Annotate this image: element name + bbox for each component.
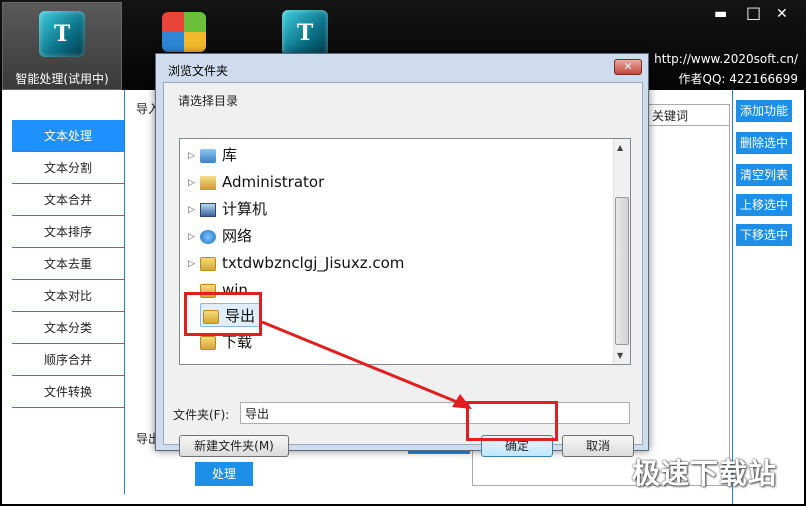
annotation-box-ok-button	[466, 401, 558, 441]
maximize-icon[interactable]: □	[746, 3, 761, 22]
windows-tab-icon[interactable]	[162, 12, 206, 52]
tab-smart-processing-label: 智能处理(试用中)	[15, 72, 109, 86]
process-button[interactable]: 处理	[195, 462, 253, 486]
tree-item-txtdw-folder[interactable]: ▷ txtdwbznclgj_Jisuxz.com	[188, 251, 404, 275]
tree-item-computer[interactable]: ▷ 计算机	[188, 197, 267, 221]
expand-arrow-icon[interactable]: ▷	[188, 144, 198, 168]
browse-folder-dialog: 浏览文件夹 ✕ 请选择目录 ▷ 库 ▷ Administrator ▷ 计算机 ▷ 网络…	[155, 53, 649, 457]
sidebar-item-text-processing[interactable]: 文本处理	[12, 120, 124, 152]
tree-item-label: 计算机	[222, 200, 268, 218]
dialog-title: 浏览文件夹	[168, 64, 229, 78]
folder-icon	[200, 256, 216, 271]
text-tool-tab-icon[interactable]: T	[282, 10, 328, 56]
tree-item-label: txtdwbznclgj_Jisuxz.com	[222, 254, 405, 272]
tree-item-administrator[interactable]: ▷ Administrator	[188, 170, 324, 194]
sidebar-item-text-merge[interactable]: 文本合并	[12, 184, 124, 216]
move-up-button[interactable]: 上移选中	[736, 194, 792, 216]
tree-item-label: 库	[222, 146, 238, 164]
tree-item-library[interactable]: ▷ 库	[188, 143, 237, 167]
network-icon	[200, 229, 216, 244]
expand-arrow-icon[interactable]: ▷	[188, 198, 198, 222]
sidebar-divider	[124, 90, 125, 494]
dialog-body: 请选择目录 ▷ 库 ▷ Administrator ▷ 计算机 ▷ 网络 ▷ txtdwb…	[163, 82, 643, 457]
add-function-button[interactable]: 添加功能	[736, 100, 792, 122]
close-icon[interactable]: ✕	[776, 6, 788, 22]
minimize-icon[interactable]: ▬	[714, 6, 727, 22]
tree-item-label: Administrator	[222, 173, 325, 191]
sidebar-item-text-compare[interactable]: 文本对比	[12, 280, 124, 312]
folder-field-label: 文件夹(F):	[173, 408, 230, 422]
delete-selected-button[interactable]: 删除选中	[736, 132, 792, 154]
app-logo-icon: T	[39, 11, 85, 57]
keyword-column-header: 关键词	[642, 104, 730, 126]
sidebar-item-text-dedupe[interactable]: 文本去重	[12, 248, 124, 280]
author-qq: 作者QQ: 422166699	[678, 72, 798, 86]
dialog-close-button[interactable]: ✕	[614, 59, 642, 75]
tree-item-label: 网络	[222, 227, 253, 245]
scroll-down-icon[interactable]: ▼	[617, 351, 623, 360]
clear-list-button[interactable]: 清空列表	[736, 164, 792, 186]
sidebar-item-file-convert[interactable]: 文件转换	[12, 376, 124, 408]
sidebar-item-text-classify[interactable]: 文本分类	[12, 312, 124, 344]
expand-arrow-icon[interactable]: ▷	[188, 225, 198, 249]
sidebar-item-text-sort[interactable]: 文本排序	[12, 216, 124, 248]
tree-item-network[interactable]: ▷ 网络	[188, 224, 252, 248]
dialog-prompt: 请选择目录	[178, 94, 239, 108]
sidebar-item-sequential-merge[interactable]: 顺序合并	[12, 344, 124, 376]
move-down-button[interactable]: 下移选中	[736, 224, 792, 246]
watermark: 极速下载站	[632, 457, 778, 490]
library-icon	[200, 148, 216, 163]
expand-arrow-icon[interactable]: ▷	[188, 252, 198, 276]
computer-icon	[200, 202, 216, 217]
annotation-box-export-folder	[184, 292, 262, 336]
scroll-up-icon[interactable]: ▲	[617, 143, 623, 152]
website-link[interactable]: http://www.2020soft.cn/	[654, 52, 798, 66]
scrollbar-thumb[interactable]	[615, 197, 629, 345]
new-folder-button[interactable]: 新建文件夹(M)	[179, 435, 289, 457]
folder-icon	[200, 335, 216, 350]
cancel-button[interactable]: 取消	[562, 435, 634, 457]
sidebar-item-text-split[interactable]: 文本分割	[12, 152, 124, 184]
tree-scrollbar[interactable]: ▲ ▼	[613, 139, 630, 364]
user-folder-icon	[200, 175, 216, 190]
expand-arrow-icon[interactable]: ▷	[188, 171, 198, 195]
folder-input[interactable]: 导出	[240, 402, 630, 424]
